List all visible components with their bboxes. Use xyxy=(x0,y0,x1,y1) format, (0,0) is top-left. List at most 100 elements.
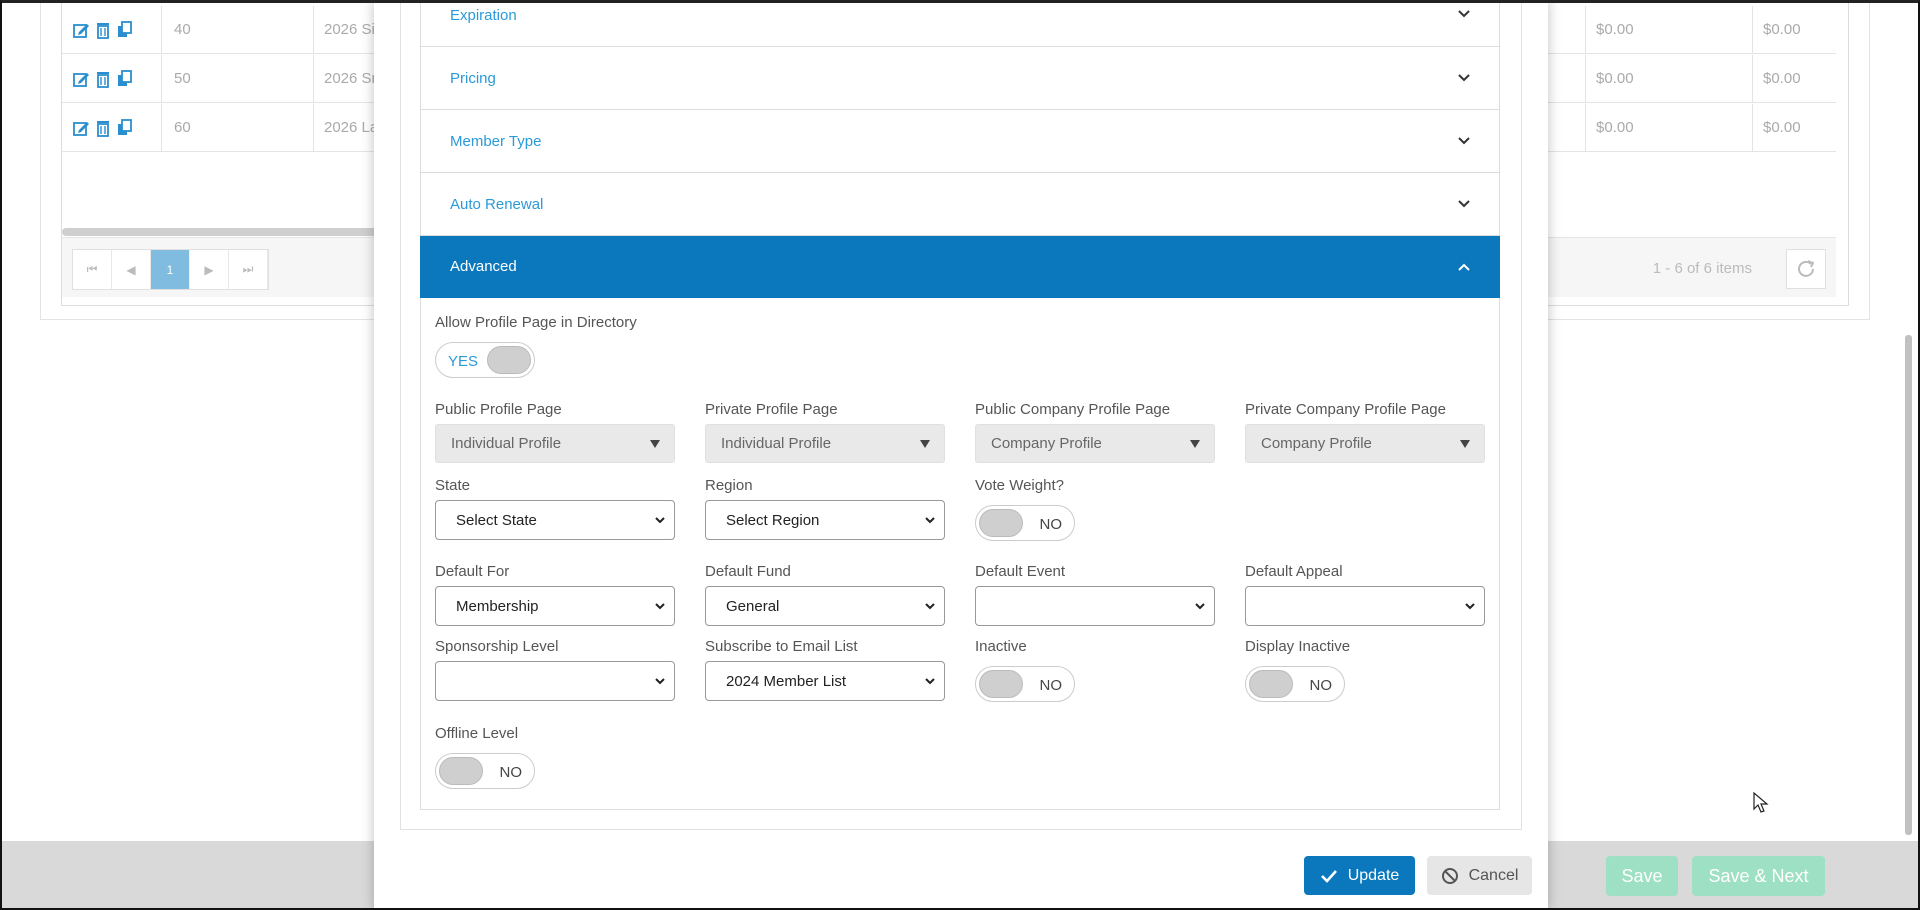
first-page-icon: ⏮ xyxy=(86,262,98,276)
row-sort-order: 40 xyxy=(162,6,314,53)
accordion-advanced[interactable]: Advanced xyxy=(420,236,1500,298)
chevron-down-icon xyxy=(925,603,935,610)
accordion-title: Advanced xyxy=(450,258,517,275)
row-sort-order: 50 xyxy=(162,55,314,102)
toggle-state: YES xyxy=(448,353,479,370)
chevron-down-icon xyxy=(655,603,665,610)
state-select[interactable]: Select State xyxy=(435,500,675,540)
delete-icon[interactable] xyxy=(94,70,112,88)
next-page-button[interactable]: ▶ xyxy=(190,250,229,289)
accordion: Expiration Pricing Member Type Auto Rene… xyxy=(420,0,1500,810)
row-name: 2026 La xyxy=(324,119,379,136)
public-profile-label: Public Profile Page xyxy=(435,401,562,418)
prev-page-button[interactable]: ◀ xyxy=(112,250,151,289)
public-company-label: Public Company Profile Page xyxy=(975,401,1171,418)
save-button[interactable]: Save xyxy=(1606,856,1678,896)
row-name: 2026 Si xyxy=(324,21,375,38)
display-inactive-toggle[interactable]: NO xyxy=(1245,666,1345,702)
membership-level-modal: Expiration Pricing Member Type Auto Rene… xyxy=(374,0,1548,910)
row-sort-order: 60 xyxy=(162,104,314,151)
refresh-button[interactable] xyxy=(1786,249,1826,289)
page-vertical-scrollbar[interactable] xyxy=(1905,335,1912,835)
allow-profile-toggle[interactable]: YES xyxy=(435,342,535,378)
delete-icon[interactable] xyxy=(94,119,112,137)
toggle-knob xyxy=(1249,670,1293,698)
default-event-label: Default Event xyxy=(975,563,1066,580)
pager-buttons: ⏮ ◀ 1 ▶ ⏭ xyxy=(72,249,269,290)
vote-weight-toggle[interactable]: NO xyxy=(975,505,1075,541)
accordion-member-type[interactable]: Member Type xyxy=(420,110,1500,173)
copy-icon[interactable] xyxy=(116,69,134,88)
save-next-button[interactable]: Save & Next xyxy=(1692,856,1825,896)
check-icon xyxy=(1320,869,1337,883)
edit-icon[interactable] xyxy=(72,119,90,137)
grid-horizontal-scrollbar[interactable] xyxy=(62,228,382,236)
private-company-label: Private Company Profile Page xyxy=(1245,401,1446,418)
accordion-auto-renewal[interactable]: Auto Renewal xyxy=(420,173,1500,236)
offline-level-toggle[interactable]: NO xyxy=(435,753,535,789)
copy-icon[interactable] xyxy=(116,20,134,39)
chevron-down-icon xyxy=(1458,74,1470,82)
toggle-state: NO xyxy=(1309,677,1333,694)
public-company-select[interactable]: Company Profile xyxy=(975,424,1215,463)
next-page-icon: ▶ xyxy=(204,262,214,277)
page-button-current[interactable]: 1 xyxy=(151,250,190,289)
cancel-button[interactable]: Cancel xyxy=(1427,856,1532,895)
refresh-icon xyxy=(1798,260,1815,277)
row-amount: $0.00 xyxy=(1752,55,1852,102)
prev-page-icon: ◀ xyxy=(126,262,136,277)
last-page-button[interactable]: ⏭ xyxy=(229,250,268,289)
subscribe-label: Subscribe to Email List xyxy=(705,638,858,655)
edit-icon[interactable] xyxy=(72,21,90,39)
advanced-panel: Allow Profile Page in Directory YES Publ… xyxy=(420,298,1500,810)
default-appeal-label: Default Appeal xyxy=(1245,563,1343,580)
chevron-down-icon xyxy=(925,678,935,685)
select-value: Company Profile xyxy=(991,435,1102,452)
select-value: 2024 Member List xyxy=(726,672,847,690)
select-value: Individual Profile xyxy=(451,435,562,452)
copy-icon[interactable] xyxy=(116,118,134,137)
inactive-toggle[interactable]: NO xyxy=(975,666,1075,702)
chevron-down-icon xyxy=(655,517,665,524)
allow-profile-label: Allow Profile Page in Directory xyxy=(435,314,637,331)
chevron-down-icon xyxy=(1465,603,1475,610)
select-value: Select Region xyxy=(726,511,820,529)
row-actions xyxy=(62,104,162,151)
region-select[interactable]: Select Region xyxy=(705,500,945,540)
display-inactive-label: Display Inactive xyxy=(1245,638,1351,655)
sponsorship-label: Sponsorship Level xyxy=(435,638,559,655)
first-page-button[interactable]: ⏮ xyxy=(73,250,112,289)
accordion-pricing[interactable]: Pricing xyxy=(420,47,1500,110)
row-amount: $0.00 xyxy=(1752,6,1852,53)
chevron-down-icon xyxy=(1458,10,1470,18)
delete-icon[interactable] xyxy=(94,21,112,39)
pager-info: 1 - 6 of 6 items xyxy=(1652,260,1752,277)
state-label: State xyxy=(435,477,471,494)
chevron-down-icon xyxy=(925,517,935,524)
update-label: Update xyxy=(1347,866,1400,884)
public-profile-select[interactable]: Individual Profile xyxy=(435,424,675,463)
edit-icon[interactable] xyxy=(72,70,90,88)
chevron-down-icon xyxy=(1458,200,1470,208)
accordion-title: Expiration xyxy=(450,7,517,24)
toggle-knob xyxy=(979,670,1023,698)
mouse-cursor-icon xyxy=(1753,792,1769,813)
update-button[interactable]: Update xyxy=(1304,856,1415,895)
accordion-expiration[interactable]: Expiration xyxy=(420,0,1500,47)
default-for-label: Default For xyxy=(435,563,510,580)
subscribe-select[interactable]: 2024 Member List xyxy=(705,661,945,701)
chevron-down-icon xyxy=(1458,137,1470,145)
chevron-down-icon xyxy=(1195,603,1205,610)
vote-weight-label: Vote Weight? xyxy=(975,477,1064,494)
sponsorship-select[interactable] xyxy=(435,661,675,701)
private-profile-select[interactable]: Individual Profile xyxy=(705,424,945,463)
select-value: Company Profile xyxy=(1261,435,1372,452)
private-company-select[interactable]: Company Profile xyxy=(1245,424,1485,463)
default-event-select[interactable] xyxy=(975,586,1215,626)
default-for-select[interactable]: Membership xyxy=(435,586,675,626)
default-appeal-select[interactable] xyxy=(1245,586,1485,626)
select-value: Select State xyxy=(456,511,537,529)
select-value: General xyxy=(726,597,780,615)
caret-down-icon xyxy=(1460,440,1470,448)
default-fund-select[interactable]: General xyxy=(705,586,945,626)
